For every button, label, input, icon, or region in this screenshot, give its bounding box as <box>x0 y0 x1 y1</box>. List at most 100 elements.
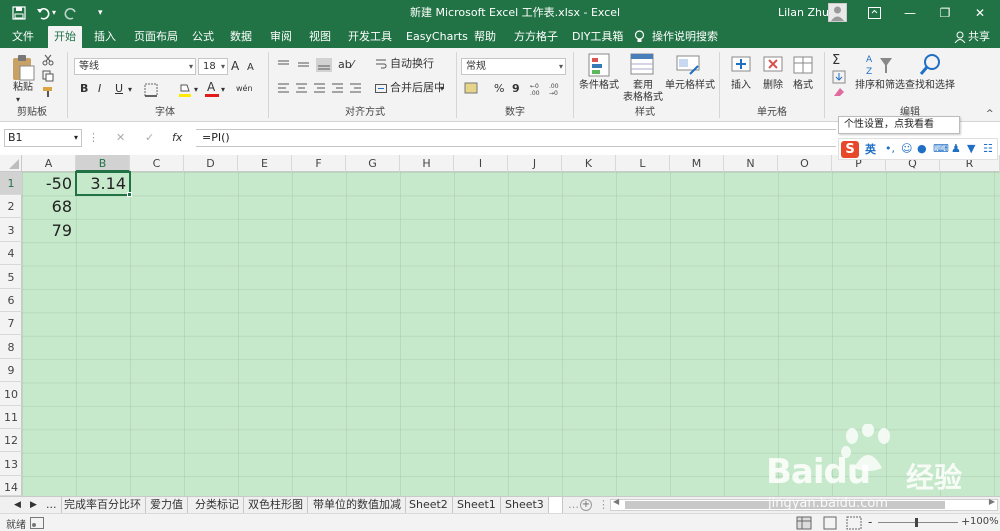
tab-data[interactable]: 数据 <box>224 26 258 48</box>
fill-dropdown-icon[interactable]: ▾ <box>194 82 198 98</box>
tab-review[interactable]: 审阅 <box>264 26 298 48</box>
percent-button[interactable]: % <box>494 81 504 97</box>
font-size-select[interactable]: 18 ▾ <box>198 58 228 75</box>
row-header-4[interactable]: 4 <box>0 242 22 266</box>
fill-icon[interactable] <box>832 70 846 84</box>
tab-easycharts[interactable]: EasyCharts <box>400 26 474 48</box>
redo-icon[interactable] <box>64 6 78 20</box>
grow-font-button[interactable]: A <box>231 58 239 74</box>
sheet-tab[interactable]: Sheet3 <box>501 497 549 514</box>
conditional-formatting-icon[interactable] <box>588 52 612 78</box>
sheet-tab-active[interactable] <box>549 497 563 514</box>
avatar[interactable] <box>828 3 847 22</box>
share-button[interactable]: 共享 <box>962 26 996 48</box>
shrink-font-button[interactable]: A <box>247 60 254 76</box>
merge-center-button[interactable]: 合并后居中 <box>390 80 445 96</box>
orientation-icon[interactable]: ab⁄ <box>338 57 354 73</box>
number-format-select[interactable]: 常规 ▾ <box>461 58 566 75</box>
font-color-button[interactable]: A <box>205 80 219 97</box>
ime-emoji-icon[interactable]: ☺ <box>901 141 912 157</box>
ime-user-icon[interactable]: ♟ <box>951 141 961 157</box>
font-name-select[interactable]: 等线 ▾ <box>74 58 196 75</box>
sogou-logo[interactable]: S <box>841 141 859 158</box>
cell-A1[interactable]: -50 <box>22 172 76 195</box>
merge-center-icon[interactable] <box>375 82 387 94</box>
wrap-text-button[interactable]: 自动换行 <box>390 56 434 72</box>
column-header-B[interactable]: B <box>76 155 130 172</box>
close-button[interactable]: ✕ <box>965 0 995 26</box>
column-header-C[interactable]: C <box>130 155 184 172</box>
enter-formula-button[interactable]: ✓ <box>145 130 154 146</box>
tab-page-layout[interactable]: 页面布局 <box>128 26 184 48</box>
sheet-tab[interactable]: 爱力值 <box>146 497 188 514</box>
row-header-9[interactable]: 9 <box>0 359 22 383</box>
sheet-tab[interactable]: Sheet2 <box>405 497 453 514</box>
column-header-J[interactable]: J <box>508 155 562 172</box>
row-header-8[interactable]: 8 <box>0 336 22 359</box>
ime-voice-icon[interactable]: ● <box>917 141 927 157</box>
undo-dropdown-icon[interactable]: ▾ <box>52 0 56 26</box>
scroll-right-icon[interactable]: ▶ <box>989 497 995 506</box>
prev-sheet-icon[interactable]: ◀ <box>14 497 21 513</box>
zoom-level[interactable]: 100% <box>970 516 999 527</box>
zoom-slider-thumb[interactable] <box>915 518 918 527</box>
row-header-12[interactable]: 12 <box>0 429 22 453</box>
fill-handle[interactable] <box>127 192 132 197</box>
format-cells-icon[interactable] <box>792 53 816 77</box>
font-color-dropdown-icon[interactable]: ▾ <box>221 82 225 98</box>
copy-icon[interactable] <box>42 70 54 82</box>
conditional-formatting-button[interactable]: 条件格式 <box>576 80 622 92</box>
tab-formulas[interactable]: 公式 <box>186 26 220 48</box>
paste-button[interactable]: 粘贴 <box>10 82 36 94</box>
merge-dropdown-icon[interactable]: ▾ <box>440 81 444 97</box>
column-header-K[interactable]: K <box>562 155 616 172</box>
borders-icon[interactable] <box>144 83 158 97</box>
column-header-N[interactable]: N <box>724 155 778 172</box>
format-as-table-button[interactable]: 套用 <box>622 80 664 92</box>
select-all-button[interactable] <box>0 155 22 172</box>
minimize-button[interactable]: — <box>895 0 925 26</box>
insert-cells-icon[interactable] <box>730 53 754 77</box>
ime-toolbar[interactable]: S 英 •, ☺ ● ⌨ ♟ ▼ ☷ <box>838 138 998 160</box>
format-cells-button[interactable]: 格式 <box>788 80 818 92</box>
row-header-10[interactable]: 10 <box>0 383 22 406</box>
column-header-E[interactable]: E <box>238 155 292 172</box>
worksheet-grid[interactable]: -50 3.14 68 79 <box>22 171 1000 496</box>
column-header-G[interactable]: G <box>346 155 400 172</box>
row-header-5[interactable]: 5 <box>0 266 22 289</box>
undo-icon[interactable] <box>36 6 50 20</box>
tab-view[interactable]: 视图 <box>303 26 337 48</box>
column-header-O[interactable]: O <box>778 155 832 172</box>
sheet-tab[interactable]: 双色柱形图 <box>244 497 308 514</box>
ime-keyboard-icon[interactable]: ⌨ <box>933 141 949 157</box>
paste-dropdown-icon[interactable]: ▾ <box>16 94 20 106</box>
column-header-M[interactable]: M <box>670 155 724 172</box>
normal-view-icon[interactable] <box>796 516 812 530</box>
scrollbar-thumb[interactable] <box>625 501 945 509</box>
tab-diy-toolbox[interactable]: DIY工具箱 <box>566 26 629 48</box>
macro-record-icon[interactable] <box>30 517 44 529</box>
ime-lang-toggle[interactable]: 英 <box>865 142 876 158</box>
find-select-icon[interactable] <box>918 52 944 78</box>
sort-filter-button[interactable]: 排序和筛选 <box>854 80 906 92</box>
new-sheet-icon[interactable]: + <box>580 499 592 511</box>
tab-split-grip-icon[interactable]: ⋮ <box>598 497 609 513</box>
cell-styles-button[interactable]: 单元格样式 <box>664 80 716 92</box>
format-as-table-button-line2[interactable]: 表格格式 <box>616 92 670 104</box>
insert-cells-button[interactable]: 插入 <box>726 80 756 92</box>
restore-button[interactable]: ❐ <box>930 0 960 26</box>
tab-insert[interactable]: 插入 <box>88 26 122 48</box>
sheet-tab[interactable]: 带单位的数值加减 <box>309 497 406 514</box>
row-header-1[interactable]: 1 <box>0 172 22 195</box>
decimal-icons[interactable]: ←0.00.00→0 <box>530 82 568 96</box>
insert-function-button[interactable]: fx <box>172 130 182 146</box>
clear-icon[interactable] <box>832 86 846 98</box>
name-box[interactable]: B1 ▾ <box>4 129 82 147</box>
paste-icon[interactable] <box>10 54 36 82</box>
find-select-button[interactable]: 查找和选择 <box>904 80 956 92</box>
delete-cells-icon[interactable] <box>762 53 786 77</box>
user-name[interactable]: Lilan Zhu <box>778 0 829 26</box>
more-sheets-icon[interactable]: … <box>568 497 579 513</box>
cell-A3[interactable]: 79 <box>22 219 76 242</box>
column-header-F[interactable]: F <box>292 155 346 172</box>
